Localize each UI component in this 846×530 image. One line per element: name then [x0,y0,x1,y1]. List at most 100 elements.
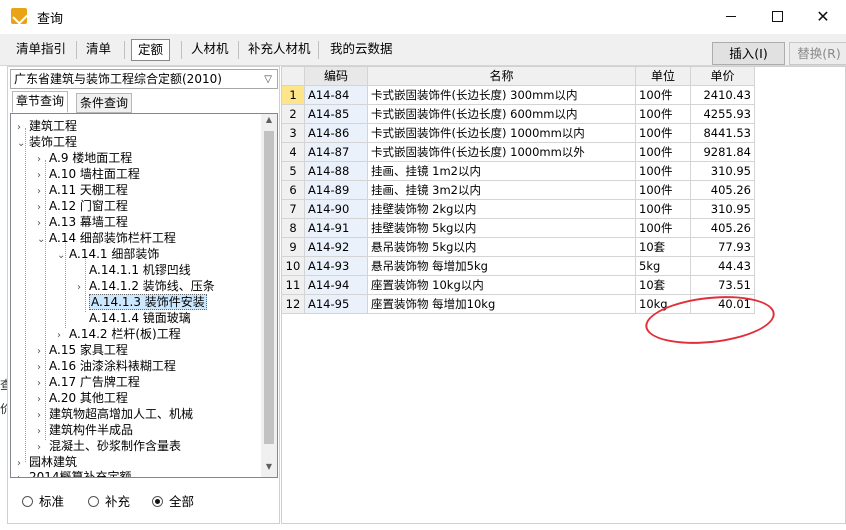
cell-price[interactable]: 9281.84 [691,143,755,162]
scroll-up-icon[interactable]: ▲ [263,115,275,129]
column-header-name[interactable]: 名称 [368,67,636,86]
cell-price[interactable]: 73.51 [691,276,755,295]
row-number[interactable]: 8 [282,219,305,238]
minimize-icon[interactable] [708,0,754,32]
tab-chapter-query[interactable]: 章节查询 [12,91,69,113]
tree-item[interactable]: › A.10 墙柱面工程 [37,166,140,182]
tree-item[interactable]: ⌄ A.14 细部装饰栏杆工程 [37,230,176,246]
column-header-price[interactable]: 单价 [691,67,755,86]
cell-code[interactable]: A14-94 [305,276,368,295]
cell-unit[interactable]: 100件 [636,124,691,143]
cell-code[interactable]: A14-85 [305,105,368,124]
replace-button[interactable]: 替换(R) [789,42,846,65]
cell-name[interactable]: 悬吊装饰物 5kg以内 [368,238,636,257]
radio-all[interactable]: 全部 [152,491,194,510]
close-icon[interactable]: ✕ [800,0,846,32]
tab-bill-guide[interactable]: 清单指引 [10,39,72,61]
cell-unit[interactable]: 10套 [636,238,691,257]
tab-supplement-lmm[interactable]: 补充人材机 [242,39,317,61]
tree-item[interactable]: › A.16 油漆涂料裱糊工程 [37,358,176,374]
cell-price[interactable]: 310.95 [691,162,755,181]
cell-code[interactable]: A14-87 [305,143,368,162]
scrollbar-thumb[interactable] [264,131,274,444]
tree-item[interactable]: ⌄ 装饰工程 [17,134,77,150]
tab-labor-material-machine[interactable]: 人材机 [185,39,235,61]
cell-unit[interactable]: 10套 [636,276,691,295]
cell-name[interactable]: 挂画、挂镜 1m2以内 [368,162,636,181]
cell-unit[interactable]: 100件 [636,200,691,219]
tree-item[interactable]: › 建筑构件半成品 [37,422,133,438]
cell-code[interactable]: A14-95 [305,295,368,314]
row-number[interactable]: 7 [282,200,305,219]
cell-price[interactable]: 405.26 [691,181,755,200]
tree-item[interactable]: › A.9 楼地面工程 [37,150,132,166]
row-number[interactable]: 10 [282,257,305,276]
cell-code[interactable]: A14-90 [305,200,368,219]
tree-item[interactable]: ⌄ A.14.1 细部装饰 [57,246,159,262]
scroll-down-icon[interactable]: ▼ [263,462,275,476]
cell-name[interactable]: 座置装饰物 每增加10kg [368,295,636,314]
tree-item[interactable]: › A.12 门窗工程 [37,198,128,214]
cell-unit[interactable]: 100件 [636,219,691,238]
cell-code[interactable]: A14-93 [305,257,368,276]
cell-code[interactable]: A14-92 [305,238,368,257]
cell-name[interactable]: 座置装饰物 10kg以内 [368,276,636,295]
cell-name[interactable]: 挂壁装饰物 2kg以内 [368,200,636,219]
row-number[interactable]: 9 [282,238,305,257]
cell-name[interactable]: 悬吊装饰物 每增加5kg [368,257,636,276]
tree-scrollbar[interactable]: ▲ ▼ [261,114,277,477]
cell-code[interactable]: A14-84 [305,86,368,105]
row-number[interactable]: 4 [282,143,305,162]
tab-condition-query[interactable]: 条件查询 [76,93,133,113]
tree-item[interactable]: › A.14.1.2 装饰线、压条 [77,278,215,294]
column-header-code[interactable]: 编码 [305,67,368,86]
tree-item[interactable]: › A.17 广告牌工程 [37,374,140,390]
cell-unit[interactable]: 100件 [636,162,691,181]
row-number[interactable]: 11 [282,276,305,295]
tree-item[interactable]: › A.14.2 栏杆(板)工程 [57,326,181,342]
maximize-icon[interactable] [754,0,800,32]
cell-price[interactable]: 4255.93 [691,105,755,124]
row-number[interactable]: 12 [282,295,305,314]
tree-item[interactable]: › 混凝土、砂浆制作含量表 [37,438,181,454]
tab-my-cloud-data[interactable]: 我的云数据 [324,39,399,61]
cell-code[interactable]: A14-91 [305,219,368,238]
cell-name[interactable]: 挂画、挂镜 3m2以内 [368,181,636,200]
tree-item[interactable]: A.14.1.4 镜面玻璃 [77,310,191,326]
cell-unit[interactable]: 5kg [636,257,691,276]
cell-unit[interactable]: 100件 [636,105,691,124]
tree-item[interactable]: › 建筑工程 [17,118,77,134]
tree-item[interactable]: › A.15 家具工程 [37,342,128,358]
tree-item[interactable]: › A.13 幕墙工程 [37,214,128,230]
radio-supplement[interactable]: 补充 [88,491,130,510]
cell-name[interactable]: 卡式嵌固装饰件(长边长度) 1000mm以内 [368,124,636,143]
cell-price[interactable]: 8441.53 [691,124,755,143]
cell-price[interactable]: 77.93 [691,238,755,257]
cell-name[interactable]: 卡式嵌固装饰件(长边长度) 600mm以内 [368,105,636,124]
cell-price[interactable]: 44.43 [691,257,755,276]
cell-unit[interactable]: 100件 [636,181,691,200]
row-number[interactable]: 2 [282,105,305,124]
tab-quota[interactable]: 定额 [131,39,171,61]
tree-item[interactable]: › A.11 天棚工程 [37,182,128,198]
row-number[interactable]: 5 [282,162,305,181]
tree-item[interactable]: › A.20 其他工程 [37,390,128,406]
tab-bill[interactable]: 清单 [80,39,117,61]
cell-price[interactable]: 405.26 [691,219,755,238]
row-number[interactable]: 1 [282,86,305,105]
cell-name[interactable]: 卡式嵌固装饰件(长边长度) 1000mm以外 [368,143,636,162]
row-number[interactable]: 6 [282,181,305,200]
cell-unit[interactable]: 100件 [636,143,691,162]
cell-price[interactable]: 2410.43 [691,86,755,105]
cell-name[interactable]: 挂壁装饰物 5kg以内 [368,219,636,238]
tree-item-selected[interactable]: A.14.1.3 装饰件安装 [77,294,207,310]
column-header-unit[interactable]: 单位 [636,67,691,86]
cell-name[interactable]: 卡式嵌固装饰件(长边长度) 300mm以内 [368,86,636,105]
radio-standard[interactable]: 标准 [22,491,64,510]
quota-library-dropdown[interactable]: 广东省建筑与装饰工程综合定额(2010) ▽ [10,69,278,89]
tree-item[interactable]: › 建筑物超高增加人工、机械 [37,406,193,422]
cell-unit[interactable]: 100件 [636,86,691,105]
cell-code[interactable]: A14-86 [305,124,368,143]
cell-code[interactable]: A14-89 [305,181,368,200]
tree-item[interactable]: ›2014概算补充定额 [17,469,132,477]
